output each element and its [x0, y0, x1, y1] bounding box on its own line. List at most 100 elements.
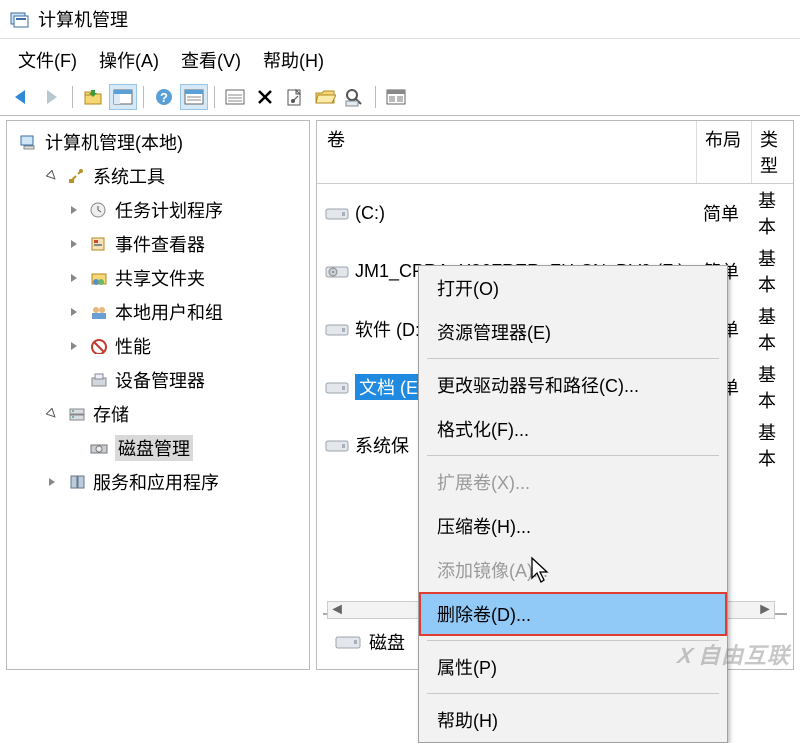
tree-label: 存储	[93, 401, 129, 427]
drive-icon	[325, 379, 349, 395]
search-button[interactable]	[341, 84, 369, 110]
tree-event-viewer[interactable]: 事件查看器	[7, 227, 309, 261]
window-title: 计算机管理	[38, 6, 128, 32]
volume-type: 基本	[752, 361, 793, 413]
computer-icon	[19, 133, 39, 151]
users-icon	[89, 303, 109, 321]
cm-shrink[interactable]: 压缩卷(H)...	[419, 504, 727, 548]
delete-button[interactable]	[251, 84, 279, 110]
cm-explorer[interactable]: 资源管理器(E)	[419, 310, 727, 354]
disk-icon	[89, 439, 109, 457]
tree-performance[interactable]: 性能	[7, 329, 309, 363]
volume-name: 软件 (D:)	[355, 316, 426, 342]
tree-label: 服务和应用程序	[93, 469, 219, 495]
cm-add-mirror: 添加镜像(A)...	[419, 548, 727, 592]
back-button[interactable]	[8, 84, 36, 110]
disk-label: 磁盘	[369, 629, 405, 655]
forward-button[interactable]	[38, 84, 66, 110]
disk-settings-button[interactable]	[382, 84, 410, 110]
event-icon	[89, 235, 109, 253]
volume-type: 基本	[752, 303, 793, 355]
drive-icon	[325, 437, 349, 453]
drive-icon	[325, 205, 349, 221]
tree-services[interactable]: 服务和应用程序	[7, 465, 309, 499]
tree-root[interactable]: 计算机管理(本地)	[7, 125, 309, 159]
clock-icon	[89, 201, 109, 219]
open-folder-button[interactable]	[311, 84, 339, 110]
cm-open[interactable]: 打开(O)	[419, 266, 727, 310]
titlebar: 计算机管理	[0, 0, 800, 39]
tree-disk-management[interactable]: 磁盘管理	[7, 431, 309, 465]
menubar: 文件(F) 操作(A) 查看(V) 帮助(H)	[0, 39, 800, 81]
cm-delete-volume[interactable]: 删除卷(D)...	[419, 592, 727, 636]
expand-icon[interactable]	[65, 204, 83, 216]
tree-label: 磁盘管理	[115, 435, 193, 461]
help-button[interactable]: ?	[150, 84, 178, 110]
storage-icon	[67, 405, 87, 423]
tree-label: 计算机管理(本地)	[45, 129, 183, 155]
cm-format[interactable]: 格式化(F)...	[419, 407, 727, 451]
details-view-button[interactable]	[180, 84, 208, 110]
performance-icon	[89, 337, 109, 355]
dvd-drive-icon	[325, 263, 349, 279]
tree-device-manager[interactable]: 设备管理器	[7, 363, 309, 397]
menu-file[interactable]: 文件(F)	[18, 47, 77, 73]
tools-icon	[67, 167, 87, 185]
cm-separator	[427, 640, 719, 641]
collapse-icon[interactable]	[43, 408, 61, 420]
shared-folder-icon	[89, 269, 109, 287]
tree-system-tools[interactable]: 系统工具	[7, 159, 309, 193]
header-type[interactable]: 类型	[752, 121, 793, 183]
cm-help[interactable]: 帮助(H)	[419, 698, 727, 742]
context-menu: 打开(O) 资源管理器(E) 更改驱动器号和路径(C)... 格式化(F)...…	[418, 265, 728, 743]
expand-icon[interactable]	[65, 238, 83, 250]
device-icon	[89, 371, 109, 389]
tree-label: 任务计划程序	[115, 197, 223, 223]
volume-name: (C:)	[355, 203, 385, 224]
up-button[interactable]	[79, 84, 107, 110]
cm-separator	[427, 358, 719, 359]
disk-icon	[335, 633, 361, 651]
show-hide-tree-button[interactable]	[109, 84, 137, 110]
header-volume[interactable]: 卷	[317, 121, 697, 183]
toolbar: ?	[0, 81, 800, 116]
volume-type: 基本	[752, 245, 793, 297]
menu-action[interactable]: 操作(A)	[99, 47, 159, 73]
volume-name: 系统保	[355, 432, 409, 458]
toolbar-separator	[143, 86, 144, 108]
toolbar-separator	[214, 86, 215, 108]
drive-icon	[325, 321, 349, 337]
expand-icon[interactable]	[65, 340, 83, 352]
cm-extend: 扩展卷(X)...	[419, 460, 727, 504]
tree-task-scheduler[interactable]: 任务计划程序	[7, 193, 309, 227]
menu-view[interactable]: 查看(V)	[181, 47, 241, 73]
tree-shared-folders[interactable]: 共享文件夹	[7, 261, 309, 295]
cm-separator	[427, 693, 719, 694]
tree-local-users[interactable]: 本地用户和组	[7, 295, 309, 329]
tree-label: 设备管理器	[115, 367, 205, 393]
tree-label: 事件查看器	[115, 231, 205, 257]
toolbar-separator	[375, 86, 376, 108]
collapse-icon[interactable]	[43, 170, 61, 182]
refresh-button[interactable]	[221, 84, 249, 110]
volume-type: 基本	[752, 187, 793, 239]
properties-button[interactable]	[281, 84, 309, 110]
cm-separator	[427, 455, 719, 456]
expand-icon[interactable]	[43, 476, 61, 488]
navigation-tree[interactable]: 计算机管理(本地) 系统工具 任务计划程序	[6, 120, 310, 670]
cm-change-drive[interactable]: 更改驱动器号和路径(C)...	[419, 363, 727, 407]
tree-label: 系统工具	[93, 163, 165, 189]
tree-label: 性能	[115, 333, 151, 359]
expand-icon[interactable]	[65, 306, 83, 318]
tree-storage[interactable]: 存储	[7, 397, 309, 431]
tree-label: 本地用户和组	[115, 299, 223, 325]
header-layout[interactable]: 布局	[697, 121, 752, 183]
list-header: 卷 布局 类型	[317, 121, 793, 184]
scroll-left-icon[interactable]: ◄	[328, 602, 346, 618]
expand-icon[interactable]	[65, 272, 83, 284]
app-icon	[10, 10, 30, 28]
svg-text:?: ?	[160, 90, 168, 105]
volume-row[interactable]: (C:) 简单 基本	[317, 184, 793, 242]
menu-help[interactable]: 帮助(H)	[263, 47, 324, 73]
scroll-right-icon[interactable]: ►	[756, 602, 774, 618]
